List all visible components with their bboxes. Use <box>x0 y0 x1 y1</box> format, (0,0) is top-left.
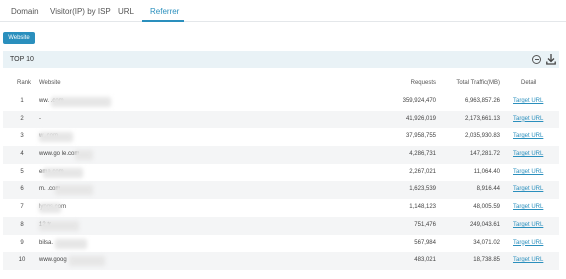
requests-cell: 751,476 <box>414 221 436 228</box>
requests-cell: 1,148,123 <box>409 204 436 211</box>
website-cell: www.go le.com <box>39 151 80 158</box>
requests-cell: 359,924,470 <box>402 98 436 104</box>
table-row: 9 bilsa. 567,984 34,071.02 Target URL <box>3 235 559 253</box>
collapse-icon[interactable] <box>532 55 541 64</box>
table-row: 5ema.com2,267,02111,064.40Target URL <box>3 164 559 182</box>
website-filter-button[interactable]: Website <box>3 32 35 44</box>
header-requests: Requests <box>410 80 436 86</box>
target-url-link[interactable]: Target URL <box>513 128 543 146</box>
rank-cell: 1 <box>20 98 24 104</box>
requests-cell: 41,926,019 <box>405 115 436 122</box>
redaction-mask <box>39 203 61 214</box>
header-website: Website <box>39 80 61 86</box>
header-detail: Detail <box>521 80 537 86</box>
rank-cell: 5 <box>20 168 24 175</box>
traffic-cell: 2,173,661.13 <box>464 115 500 122</box>
target-url-link[interactable]: Target URL <box>513 252 543 270</box>
table-row: 812.tr751,476249,043.61Target URL <box>3 216 559 235</box>
table-row: 4 www.go le.com 4,286,731 147,281.72 Target … <box>3 146 559 164</box>
table-row: 1ww. .com359,924,4706,963,857.26Target U… <box>3 93 559 111</box>
traffic-cell: 34,071.02 <box>473 239 500 246</box>
target-url-link[interactable]: Target URL <box>513 217 543 235</box>
requests-cell: 4,286,731 <box>409 151 436 158</box>
table-row: 3w .com37,958,7552,035,930.83Target URL <box>3 128 559 146</box>
website-cell: www.goog <box>39 257 67 264</box>
table-body: 1ww. .com359,924,4706,963,857.26Target U… <box>3 93 559 270</box>
target-url-link[interactable]: Target URL <box>513 181 543 199</box>
header-rank: Rank <box>17 80 32 86</box>
traffic-cell: 18,738.85 <box>473 257 500 264</box>
target-url-link[interactable]: Target URL <box>513 146 543 164</box>
redaction-mask <box>39 220 79 231</box>
top10-panel-header: TOP 10 <box>3 51 559 68</box>
tab-url[interactable]: URL <box>110 0 142 22</box>
redaction-mask <box>39 132 73 143</box>
tab-domain[interactable]: Domain <box>3 0 47 22</box>
rank-cell: 4 <box>20 151 24 158</box>
rank-cell: 7 <box>20 204 24 211</box>
redaction-mask <box>69 256 105 267</box>
target-url-link[interactable]: Target URL <box>513 93 543 111</box>
traffic-cell: 249,043.61 <box>469 221 500 228</box>
table-row: 10 www.goog 483,021 18,738.85 Target URL <box>3 252 559 270</box>
table-row: 6 m. .com 1,623,539 8,916.44 Target URL <box>3 181 559 200</box>
target-url-link[interactable]: Target URL <box>513 164 543 182</box>
table-row: 7lypgs.com1,148,12348,005.59Target URL <box>3 199 559 217</box>
table-header: Rank Website Requests Total Traffic(MB) … <box>3 73 559 93</box>
traffic-cell: 147,281.72 <box>469 151 500 158</box>
redaction-mask <box>43 167 83 178</box>
redaction-mask <box>55 238 87 249</box>
target-url-link[interactable]: Target URL <box>513 199 543 217</box>
requests-cell: 1,623,539 <box>409 186 436 193</box>
traffic-cell: 6,963,857.26 <box>464 98 500 104</box>
traffic-cell: 2,035,930.83 <box>464 133 500 140</box>
requests-cell: 2,267,021 <box>409 168 436 175</box>
rank-cell: 10 <box>18 257 26 264</box>
rank-cell: 6 <box>20 186 24 193</box>
rank-cell: 3 <box>20 133 24 140</box>
redaction-mask <box>75 150 93 161</box>
target-url-link[interactable]: Target URL <box>513 111 543 129</box>
tab-referrer[interactable]: Referrer <box>142 0 184 22</box>
requests-cell: 483,021 <box>414 257 436 264</box>
tab-visitor-by-isp[interactable]: Visitor(IP) by ISP <box>42 0 119 22</box>
website-cell: - <box>39 115 41 122</box>
download-icon[interactable] <box>546 54 556 65</box>
target-url-link[interactable]: Target URL <box>513 235 543 253</box>
traffic-cell: 8,916.44 <box>476 186 500 193</box>
panel-title: TOP 10 <box>10 56 34 63</box>
requests-cell: 37,958,755 <box>405 133 436 140</box>
traffic-cell: 48,005.59 <box>473 204 500 211</box>
traffic-cell: 11,064.40 <box>473 168 500 175</box>
requests-cell: 567,984 <box>414 239 436 246</box>
website-cell: bilsa. <box>39 239 54 246</box>
tab-bar: Domain Visitor(IP) by ISP URL Referrer <box>0 0 566 22</box>
rank-cell: 2 <box>20 115 24 122</box>
rank-cell: 9 <box>20 239 24 246</box>
redaction-mask <box>51 97 111 107</box>
redaction-mask <box>55 185 93 196</box>
header-traffic: Total Traffic(MB) <box>456 80 500 86</box>
table-row: 2 - 41,926,019 2,173,661.13 Target URL <box>3 110 559 129</box>
referrer-table: Rank Website Requests Total Traffic(MB) … <box>3 73 559 270</box>
rank-cell: 8 <box>20 221 24 228</box>
